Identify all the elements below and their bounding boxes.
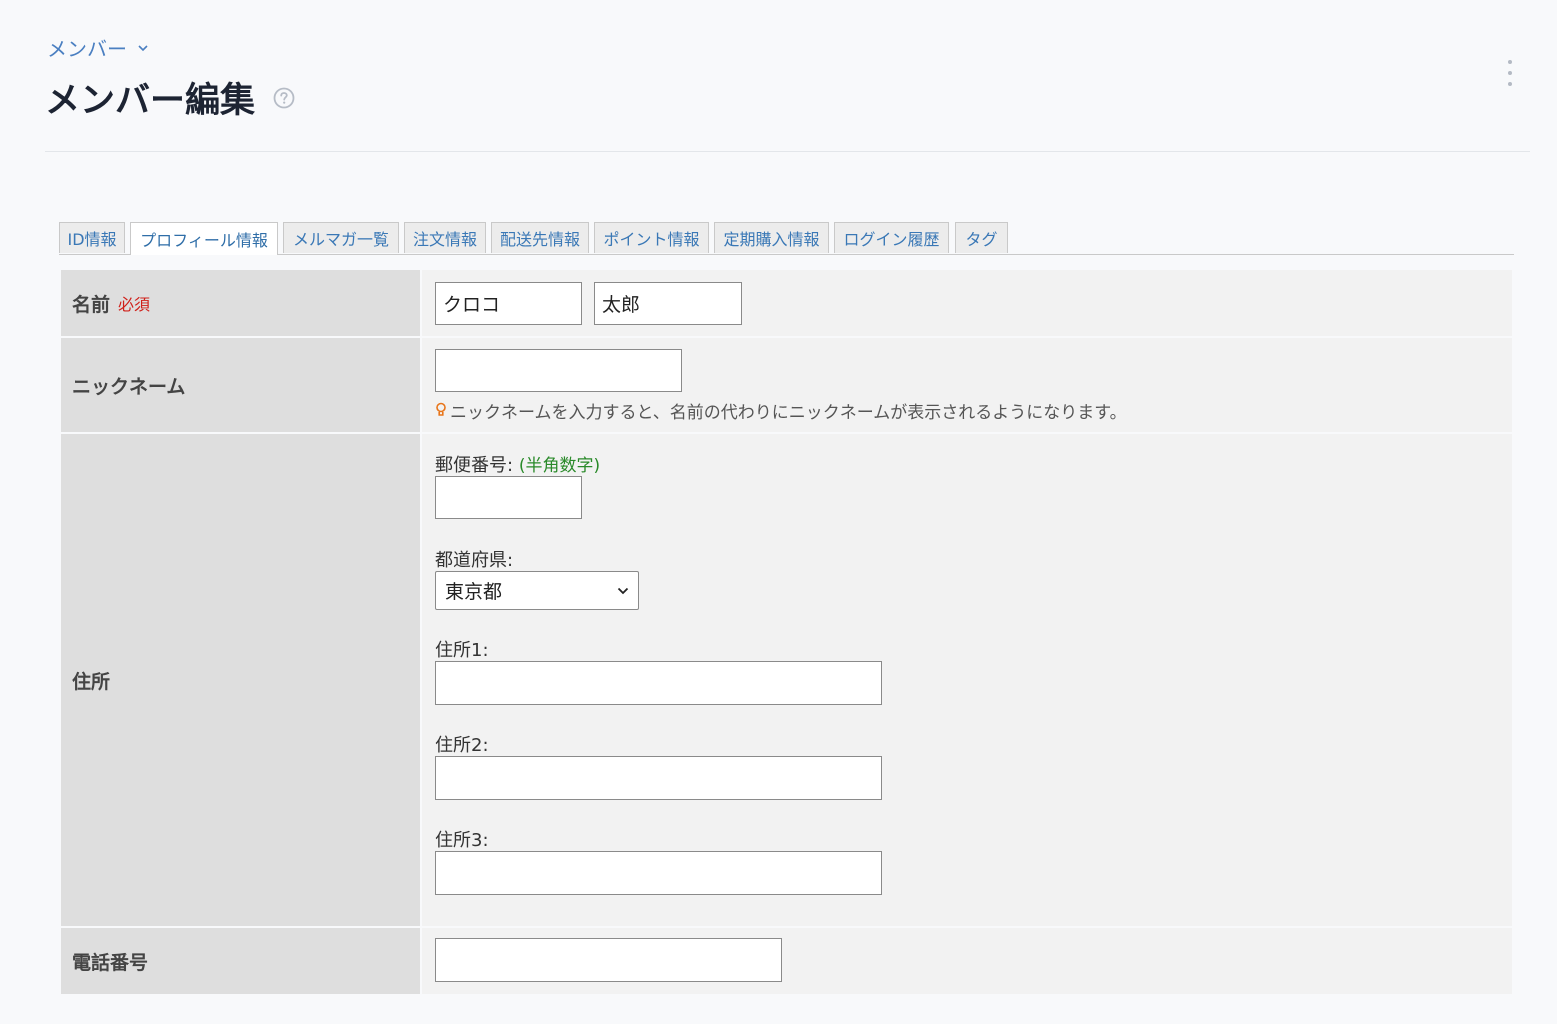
address-row: 住所 郵便番号: (半角数字) 都道府県: 東京都 住所1: 住所2: 住所3: <box>61 434 1512 928</box>
prefecture-select[interactable]: 東京都 <box>435 571 639 610</box>
tab-shipping-info[interactable]: 配送先情報 <box>491 222 589 253</box>
phone-row: 電話番号 <box>61 928 1512 994</box>
required-badge: 必須 <box>118 295 151 314</box>
nickname-hint: ニックネームを入力すると、名前の代わりにニックネームが表示されるようになります。 <box>435 398 1127 423</box>
help-icon[interactable] <box>273 87 295 109</box>
last-name-input[interactable]: クロコ <box>435 282 582 325</box>
tab-order-info[interactable]: 注文情報 <box>404 222 486 253</box>
nickname-label: ニックネーム <box>61 338 422 432</box>
address-label: 住所 <box>61 434 422 926</box>
postal-code-note: (半角数字) <box>518 456 601 476</box>
chevron-down-icon <box>138 44 148 51</box>
address2-label: 住所2: <box>435 735 489 756</box>
breadcrumb-label: メンバー <box>47 37 127 61</box>
phone-input[interactable] <box>435 938 782 982</box>
profile-form: 名前 必須 クロコ 太郎 ニックネーム ニックネームを入力すると、名前の代わりに… <box>61 270 1512 994</box>
tab-bar: ID情報 プロフィール情報 メルマガ一覧 注文情報 配送先情報 ポイント情報 定… <box>59 222 1514 255</box>
lightbulb-icon <box>436 402 446 416</box>
header-divider <box>45 151 1530 152</box>
tab-tags[interactable]: タグ <box>955 222 1008 253</box>
nickname-row: ニックネーム ニックネームを入力すると、名前の代わりにニックネームが表示されるよ… <box>61 338 1512 434</box>
page-title: メンバー編集 <box>45 81 256 121</box>
tab-login-history[interactable]: ログイン履歴 <box>834 222 949 253</box>
address3-input[interactable] <box>435 851 882 895</box>
address3-label: 住所3: <box>435 830 489 851</box>
tab-newsletter-list[interactable]: メルマガ一覧 <box>283 222 399 253</box>
page-title-wrap: メンバー編集 <box>45 72 295 123</box>
nickname-input[interactable] <box>435 349 682 392</box>
postal-code-input[interactable] <box>435 476 582 519</box>
more-options-icon[interactable] <box>1500 60 1520 86</box>
phone-label: 電話番号 <box>61 928 422 994</box>
address1-input[interactable] <box>435 661 882 705</box>
name-row: 名前 必須 クロコ 太郎 <box>61 270 1512 338</box>
first-name-input[interactable]: 太郎 <box>594 282 742 325</box>
breadcrumb[interactable]: メンバー <box>47 33 149 62</box>
chevron-down-icon <box>617 587 629 594</box>
address1-label: 住所1: <box>435 640 489 661</box>
tab-id-info[interactable]: ID情報 <box>59 222 125 253</box>
tab-subscription-info[interactable]: 定期購入情報 <box>714 222 829 253</box>
name-label: 名前 必須 <box>61 270 422 336</box>
tab-point-info[interactable]: ポイント情報 <box>594 222 709 253</box>
postal-code-label: 郵便番号: (半角数字) <box>435 455 601 476</box>
prefecture-label: 都道府県: <box>435 550 514 571</box>
tab-profile-info[interactable]: プロフィール情報 <box>130 222 278 255</box>
address2-input[interactable] <box>435 756 882 800</box>
